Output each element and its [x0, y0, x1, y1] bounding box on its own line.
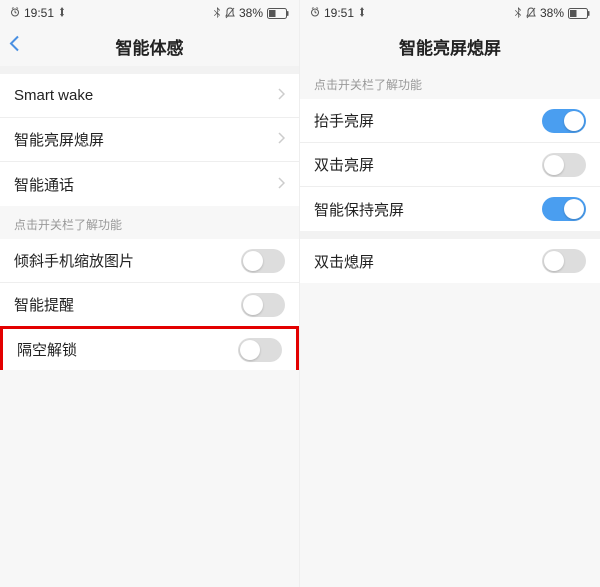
row-label: 智能通话	[14, 174, 74, 195]
toggle-list-1: 抬手亮屏 双击亮屏 智能保持亮屏	[300, 99, 600, 231]
status-battery-pct: 38%	[239, 6, 263, 20]
alarm-icon	[310, 6, 320, 20]
status-time: 19:51	[24, 6, 54, 20]
nav-bar: 智能体感	[0, 26, 299, 66]
page-title: 智能体感	[0, 34, 299, 59]
status-bar: 19:51 38%	[0, 0, 299, 26]
back-button[interactable]	[8, 34, 22, 59]
section-header: 点击开关栏了解功能	[300, 66, 600, 99]
phone-right: 19:51 38% 智能亮屏熄屏 点击开关栏了解功能	[300, 0, 600, 587]
row-smart-call[interactable]: 智能通话	[0, 162, 299, 206]
row-label: 双击熄屏	[314, 251, 374, 272]
net-icon	[358, 6, 366, 20]
row-label: Smart wake	[14, 87, 93, 104]
dnd-icon	[225, 7, 235, 19]
row-label: 双击亮屏	[314, 154, 374, 175]
page-title: 智能亮屏熄屏	[300, 34, 600, 59]
dnd-icon	[526, 7, 536, 19]
toggle-double-tap-sleep[interactable]	[542, 249, 586, 273]
toggle-double-tap-wake[interactable]	[542, 153, 586, 177]
toggle-air-unlock[interactable]	[238, 338, 282, 362]
row-smart-wake-screen[interactable]: 智能亮屏熄屏	[0, 118, 299, 162]
toggle-list-2: 双击熄屏	[300, 239, 600, 283]
toggle-smart-stay[interactable]	[542, 197, 586, 221]
row-label: 智能亮屏熄屏	[14, 129, 104, 150]
row-smart-remind[interactable]: 智能提醒	[0, 283, 299, 327]
row-raise-to-wake[interactable]: 抬手亮屏	[300, 99, 600, 143]
row-label: 智能提醒	[14, 294, 74, 315]
row-label: 倾斜手机缩放图片	[14, 250, 134, 271]
status-time: 19:51	[324, 6, 354, 20]
row-label: 隔空解锁	[17, 339, 77, 360]
chevron-right-icon	[277, 176, 285, 193]
net-icon	[58, 6, 66, 20]
row-label: 抬手亮屏	[314, 110, 374, 131]
row-tilt-zoom[interactable]: 倾斜手机缩放图片	[0, 239, 299, 283]
toggle-tilt-zoom[interactable]	[241, 249, 285, 273]
section-header: 点击开关栏了解功能	[0, 206, 299, 239]
toggle-raise-to-wake[interactable]	[542, 109, 586, 133]
bt-icon	[514, 7, 522, 19]
nav-bar: 智能亮屏熄屏	[300, 26, 600, 66]
row-air-unlock[interactable]: 隔空解锁	[0, 326, 299, 370]
row-label: 智能保持亮屏	[314, 199, 404, 220]
nav-list: Smart wake 智能亮屏熄屏 智能通话	[0, 74, 299, 206]
alarm-icon	[10, 6, 20, 20]
toggle-smart-remind[interactable]	[241, 293, 285, 317]
chevron-right-icon	[277, 87, 285, 104]
row-double-tap-wake[interactable]: 双击亮屏	[300, 143, 600, 187]
status-bar: 19:51 38%	[300, 0, 600, 26]
status-battery-pct: 38%	[540, 6, 564, 20]
battery-icon	[267, 8, 289, 19]
row-double-tap-sleep[interactable]: 双击熄屏	[300, 239, 600, 283]
row-smart-stay[interactable]: 智能保持亮屏	[300, 187, 600, 231]
toggle-list: 倾斜手机缩放图片 智能提醒 隔空解锁	[0, 239, 299, 369]
row-smart-wake[interactable]: Smart wake	[0, 74, 299, 118]
bt-icon	[213, 7, 221, 19]
phone-left: 19:51 38% 智能体感	[0, 0, 300, 587]
chevron-right-icon	[277, 131, 285, 148]
battery-icon	[568, 8, 590, 19]
